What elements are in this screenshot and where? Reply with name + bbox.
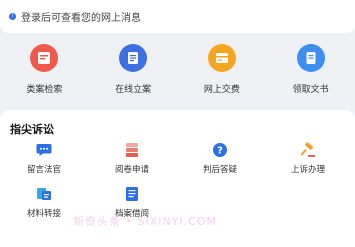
quick-action-label: 领取文书 <box>292 85 329 95</box>
case-search-icon <box>30 44 59 72</box>
online-filing-icon <box>119 44 148 72</box>
quick-action-label: 网上交费 <box>203 85 240 95</box>
fingertip-item-label: 阅卷申请 <box>114 165 149 175</box>
fingertip-item-file-review[interactable]: 阅卷申请 <box>88 142 176 175</box>
login-notice-bar[interactable]: i 登录后可查看您的网上消息 <box>0 0 355 33</box>
quick-action-case-search[interactable]: 类案检索 <box>0 40 89 102</box>
question-icon: ? <box>212 142 228 158</box>
quick-action-label: 在线立案 <box>115 85 152 95</box>
quick-action-online-payment[interactable]: 网上交费 <box>178 40 267 102</box>
section-title: 指尖诉讼 <box>10 123 54 136</box>
gavel-icon <box>300 142 316 158</box>
fingertip-item-label: 材料转接 <box>26 209 61 219</box>
online-payment-icon <box>207 44 236 72</box>
fingertip-item-post-judgment-qa[interactable]: ? 判后答疑 <box>176 142 264 175</box>
fingertip-item-label: 留言法官 <box>26 165 61 175</box>
fingertip-item-label: 判后答疑 <box>202 165 237 175</box>
svg-text:?: ? <box>217 146 223 157</box>
fingertip-item-label: 上诉办理 <box>290 165 325 175</box>
quick-action-online-filing[interactable]: 在线立案 <box>89 40 178 102</box>
file-stack-icon <box>124 142 140 158</box>
info-icon: i <box>9 13 16 20</box>
transfer-icon <box>36 186 52 202</box>
watermark-text: 新奇头条 • SIXINYI.COM <box>73 215 218 228</box>
quick-action-document-collect[interactable]: 领取文书 <box>266 40 355 102</box>
fingertip-item-message-judge[interactable]: 留言法官 <box>0 142 88 175</box>
document-collect-icon <box>296 44 325 72</box>
fingertip-item-appeal[interactable]: 上诉办理 <box>264 142 352 175</box>
quick-actions: 类案检索 在线立案 网上交费 领取文书 <box>0 40 355 102</box>
login-notice-text: 登录后可查看您的网上消息 <box>21 13 141 24</box>
quick-action-label: 类案检索 <box>26 85 63 95</box>
archive-icon <box>125 186 139 202</box>
chat-icon <box>36 142 52 158</box>
